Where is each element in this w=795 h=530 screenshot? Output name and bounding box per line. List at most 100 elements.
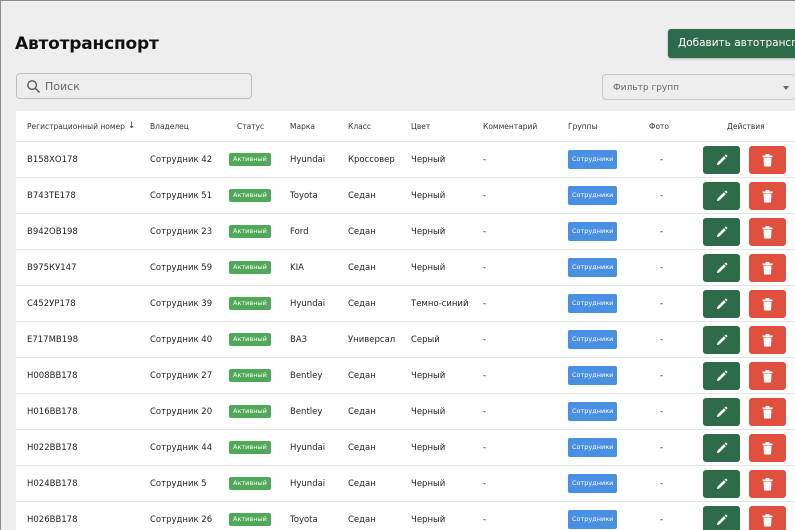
delete-button[interactable] — [749, 326, 786, 354]
cell-comment: - — [483, 478, 487, 489]
status-badge: Активный — [229, 261, 271, 274]
column-header-reg-number[interactable]: Регистрационный номер ↓ — [27, 111, 135, 141]
groups-badge[interactable]: Сотрудники — [568, 294, 618, 313]
groups-badge[interactable]: Сотрудники — [568, 330, 618, 349]
cell-comment: - — [483, 226, 487, 237]
cell-class: Седан — [348, 442, 376, 453]
cell-reg-number: Н022ВВ178 — [27, 442, 78, 453]
delete-button[interactable] — [749, 398, 786, 426]
groups-badge[interactable]: Сотрудники — [568, 150, 618, 169]
cell-groups: Сотрудники — [568, 502, 618, 530]
cell-color: Черный — [411, 190, 446, 201]
groups-badge[interactable]: Сотрудники — [568, 402, 618, 421]
table-row: В975КУ147 Сотрудник 59 Активный KIA Седан Чер… — [16, 250, 795, 286]
edit-button[interactable] — [703, 434, 740, 462]
edit-button[interactable] — [703, 506, 740, 530]
cell-groups: Сотрудники — [568, 394, 618, 429]
cell-reg-number: Н016ВВ178 — [27, 406, 78, 417]
cell-class: Седан — [348, 514, 376, 525]
group-filter-select[interactable]: Фильтр групп — [602, 74, 795, 100]
cell-reg-number: В942ОВ198 — [27, 226, 78, 237]
delete-button[interactable] — [749, 182, 786, 210]
app-window: Автотранспорт Добавить автотранспорт Пои… — [0, 0, 795, 530]
table-row: Н008ВВ178 Сотрудник 27 Активный Bentley Седа… — [16, 358, 795, 394]
edit-button[interactable] — [703, 254, 740, 282]
pencil-icon — [716, 442, 728, 453]
edit-button[interactable] — [703, 470, 740, 498]
cell-reg-number: В158ХО178 — [27, 154, 78, 165]
cell-groups: Сотрудники — [568, 250, 618, 285]
groups-badge[interactable]: Сотрудники — [568, 222, 618, 241]
edit-button[interactable] — [703, 362, 740, 390]
groups-badge[interactable]: Сотрудники — [568, 366, 618, 385]
delete-button[interactable] — [749, 362, 786, 390]
cell-reg-number: В743ТЕ178 — [27, 190, 76, 201]
status-badge: Активный — [229, 405, 271, 418]
column-header-color: Цвет — [411, 121, 431, 131]
cell-brand: Ford — [290, 226, 309, 237]
edit-button[interactable] — [703, 182, 740, 210]
trash-icon — [762, 153, 773, 166]
cell-class: Седан — [348, 298, 376, 309]
delete-button[interactable] — [749, 470, 786, 498]
cell-status: Активный — [229, 394, 271, 429]
cell-photo: - — [660, 262, 664, 273]
delete-button[interactable] — [749, 146, 786, 174]
search-icon — [27, 80, 40, 93]
cell-color: Черный — [411, 262, 446, 273]
groups-badge[interactable]: Сотрудники — [568, 258, 618, 277]
cell-status: Активный — [229, 286, 271, 321]
edit-button[interactable] — [703, 290, 740, 318]
status-badge: Активный — [229, 189, 271, 202]
cell-comment: - — [483, 442, 487, 453]
cell-owner: Сотрудник 51 — [150, 190, 213, 201]
cell-color: Черный — [411, 514, 446, 525]
groups-badge[interactable]: Сотрудники — [568, 474, 618, 493]
cell-color: Черный — [411, 406, 446, 417]
delete-button[interactable] — [749, 218, 786, 246]
chevron-down-icon — [783, 86, 789, 90]
pencil-icon — [716, 370, 728, 381]
table-header: Регистрационный номер ↓ Владелец Статус … — [16, 111, 795, 142]
edit-button[interactable] — [703, 146, 740, 174]
add-vehicle-button[interactable]: Добавить автотранспорт — [668, 29, 795, 58]
cell-photo: - — [660, 334, 664, 345]
pencil-icon — [716, 226, 728, 237]
cell-owner: Сотрудник 23 — [150, 226, 213, 237]
cell-status: Активный — [229, 358, 271, 393]
cell-status: Активный — [229, 142, 271, 177]
cell-photo: - — [660, 190, 664, 201]
vehicles-table: Регистрационный номер ↓ Владелец Статус … — [16, 111, 795, 530]
cell-groups: Сотрудники — [568, 466, 618, 501]
delete-button[interactable] — [749, 506, 786, 530]
edit-button[interactable] — [703, 398, 740, 426]
cell-brand: Hyundai — [290, 154, 326, 165]
edit-button[interactable] — [703, 218, 740, 246]
delete-button[interactable] — [749, 254, 786, 282]
cell-comment: - — [483, 370, 487, 381]
cell-photo: - — [660, 442, 664, 453]
cell-groups: Сотрудники — [568, 214, 618, 249]
pencil-icon — [716, 514, 728, 525]
groups-badge[interactable]: Сотрудники — [568, 438, 618, 457]
cell-class: Седан — [348, 190, 376, 201]
cell-status: Активный — [229, 178, 271, 213]
groups-badge[interactable]: Сотрудники — [568, 186, 618, 205]
delete-button[interactable] — [749, 434, 786, 462]
cell-groups: Сотрудники — [568, 286, 618, 321]
edit-button[interactable] — [703, 326, 740, 354]
pencil-icon — [716, 334, 728, 345]
status-badge: Активный — [229, 333, 271, 346]
pencil-icon — [716, 190, 728, 201]
cell-reg-number: Н024ВВ178 — [27, 478, 78, 489]
search-input[interactable]: Поиск — [16, 73, 252, 99]
cell-comment: - — [483, 190, 487, 201]
cell-owner: Сотрудник 27 — [150, 370, 213, 381]
page-title: Автотранспорт — [15, 34, 159, 54]
cell-comment: - — [483, 334, 487, 345]
pencil-icon — [716, 478, 728, 489]
column-header-status: Статус — [237, 121, 265, 131]
trash-icon — [762, 225, 773, 238]
delete-button[interactable] — [749, 290, 786, 318]
groups-badge[interactable]: Сотрудники — [568, 510, 618, 529]
